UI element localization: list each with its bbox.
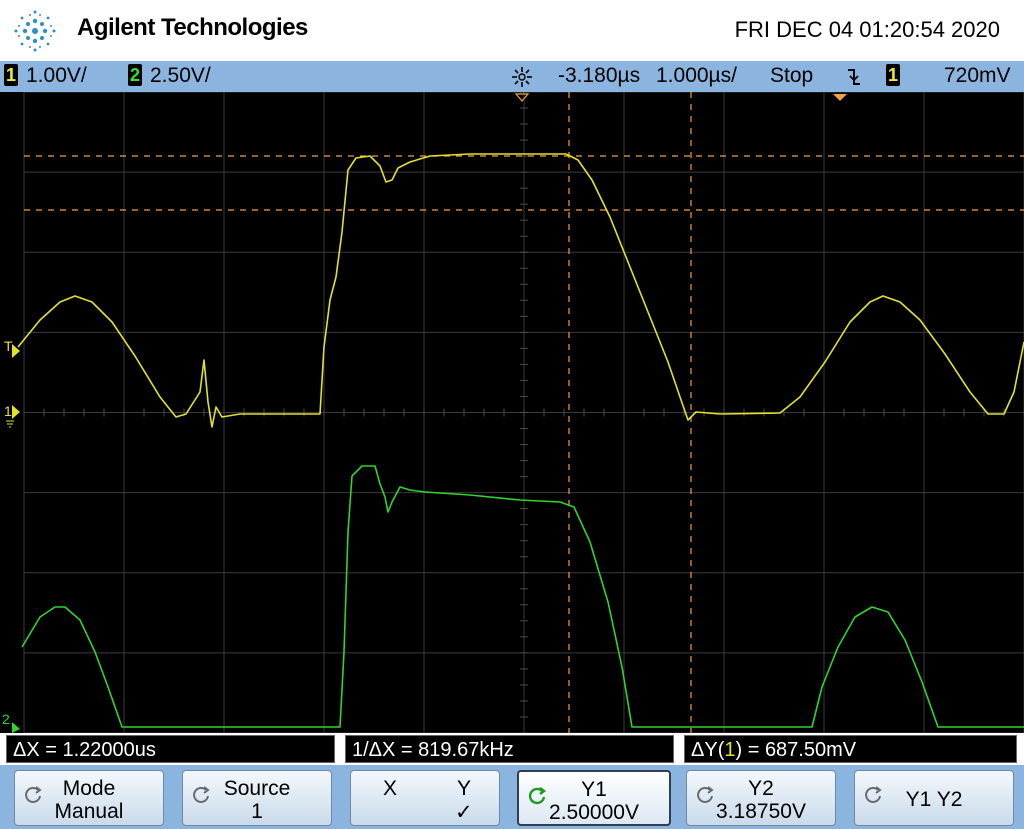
- delay-sun-icon: [512, 67, 532, 87]
- trigger-source-readout[interactable]: 1: [886, 64, 908, 88]
- ch2-scale: 2.50V/: [150, 64, 211, 87]
- ch1-ground-label: 1: [4, 403, 12, 419]
- timebase-readout[interactable]: 1.000µs/: [656, 64, 737, 88]
- x-label: X: [383, 777, 398, 800]
- ch1-waveform: [17, 153, 1024, 428]
- y2-softkey[interactable]: Y2 3.18750V: [686, 770, 836, 826]
- mode-softkey[interactable]: Mode Manual: [14, 770, 164, 826]
- trigger-level-label: T: [4, 338, 13, 354]
- status-bar: 1 1.00V/ 2 2.50V/ -3.180µs 1.000µs/ Stop 1…: [0, 61, 1024, 92]
- mode-label: Mode: [62, 777, 116, 800]
- ch1-scale: 1.00V/: [26, 64, 87, 87]
- softkey-bar: Mode Manual Source 1 X Y ✓ Y1 2.50000V Y…: [0, 765, 1024, 829]
- ch2-badge: 2: [128, 64, 142, 86]
- source-label: Source: [223, 777, 291, 800]
- header: Agilent Technologies FRI DEC 04 01:20:54…: [0, 0, 1024, 61]
- brand-name: Agilent Technologies: [77, 14, 308, 41]
- delta-y-prefix: ΔY(: [691, 739, 725, 761]
- mode-value: Manual: [54, 800, 124, 823]
- agilent-spark-icon: [14, 10, 56, 52]
- delta-y-readout: ΔY(1) = 687.50mV: [684, 735, 1017, 763]
- ch1-badge: 1: [4, 64, 18, 86]
- inverse-delta-x-readout: 1/ΔX = 819.67kHz: [345, 735, 674, 763]
- y2-value: 3.18750V: [716, 800, 806, 823]
- ch2-ground-label: 2: [2, 711, 10, 727]
- ch2-ground-arrow-icon: [12, 722, 20, 733]
- y2-label: Y2: [748, 777, 774, 800]
- delta-y-channel: 1: [724, 739, 736, 761]
- date-time: FRI DEC 04 01:20:54 2020: [734, 17, 1000, 42]
- y-selected-check-icon: ✓: [455, 801, 473, 824]
- waveform-display[interactable]: T 1 2: [0, 92, 1024, 733]
- trigger-source-badge: 1: [886, 64, 900, 86]
- graticule: T 1 2: [2, 92, 1024, 733]
- delta-x-readout: ΔX = 1.22000us: [6, 735, 335, 763]
- trigger-level-marker[interactable]: T: [4, 338, 20, 358]
- ch1-ground-marker[interactable]: 1: [4, 403, 20, 428]
- ch2-waveform: [21, 465, 1024, 728]
- ch2-scale-readout[interactable]: 2 2.50V/: [128, 64, 211, 88]
- delay-marker-icon: [514, 93, 530, 102]
- source-value: 1: [251, 800, 263, 823]
- y1-y2-softkey[interactable]: Y1 Y2: [854, 770, 1014, 826]
- ch1-ground-arrow-icon: [12, 405, 20, 419]
- run-state[interactable]: Stop: [770, 64, 813, 88]
- delta-y-value: ) = 687.50mV: [735, 739, 857, 761]
- ch2-ground-marker[interactable]: 2: [2, 711, 20, 733]
- y1-label: Y1: [581, 778, 607, 801]
- xy-softkey[interactable]: X Y ✓: [350, 770, 500, 826]
- falling-edge-icon: [848, 69, 860, 85]
- ground-icon: [6, 420, 14, 428]
- y1-softkey[interactable]: Y1 2.50000V: [517, 770, 671, 826]
- y-label: Y: [457, 777, 472, 800]
- source-softkey[interactable]: Source 1: [182, 770, 332, 826]
- delay-readout[interactable]: -3.180µs: [558, 64, 640, 88]
- trigger-level-readout[interactable]: 720mV: [944, 64, 1011, 88]
- trigger-position-icon: [833, 94, 847, 101]
- y1-value: 2.50000V: [549, 801, 639, 824]
- ch1-scale-readout[interactable]: 1 1.00V/: [4, 64, 87, 88]
- y1-y2-label: Y1 Y2: [905, 788, 963, 811]
